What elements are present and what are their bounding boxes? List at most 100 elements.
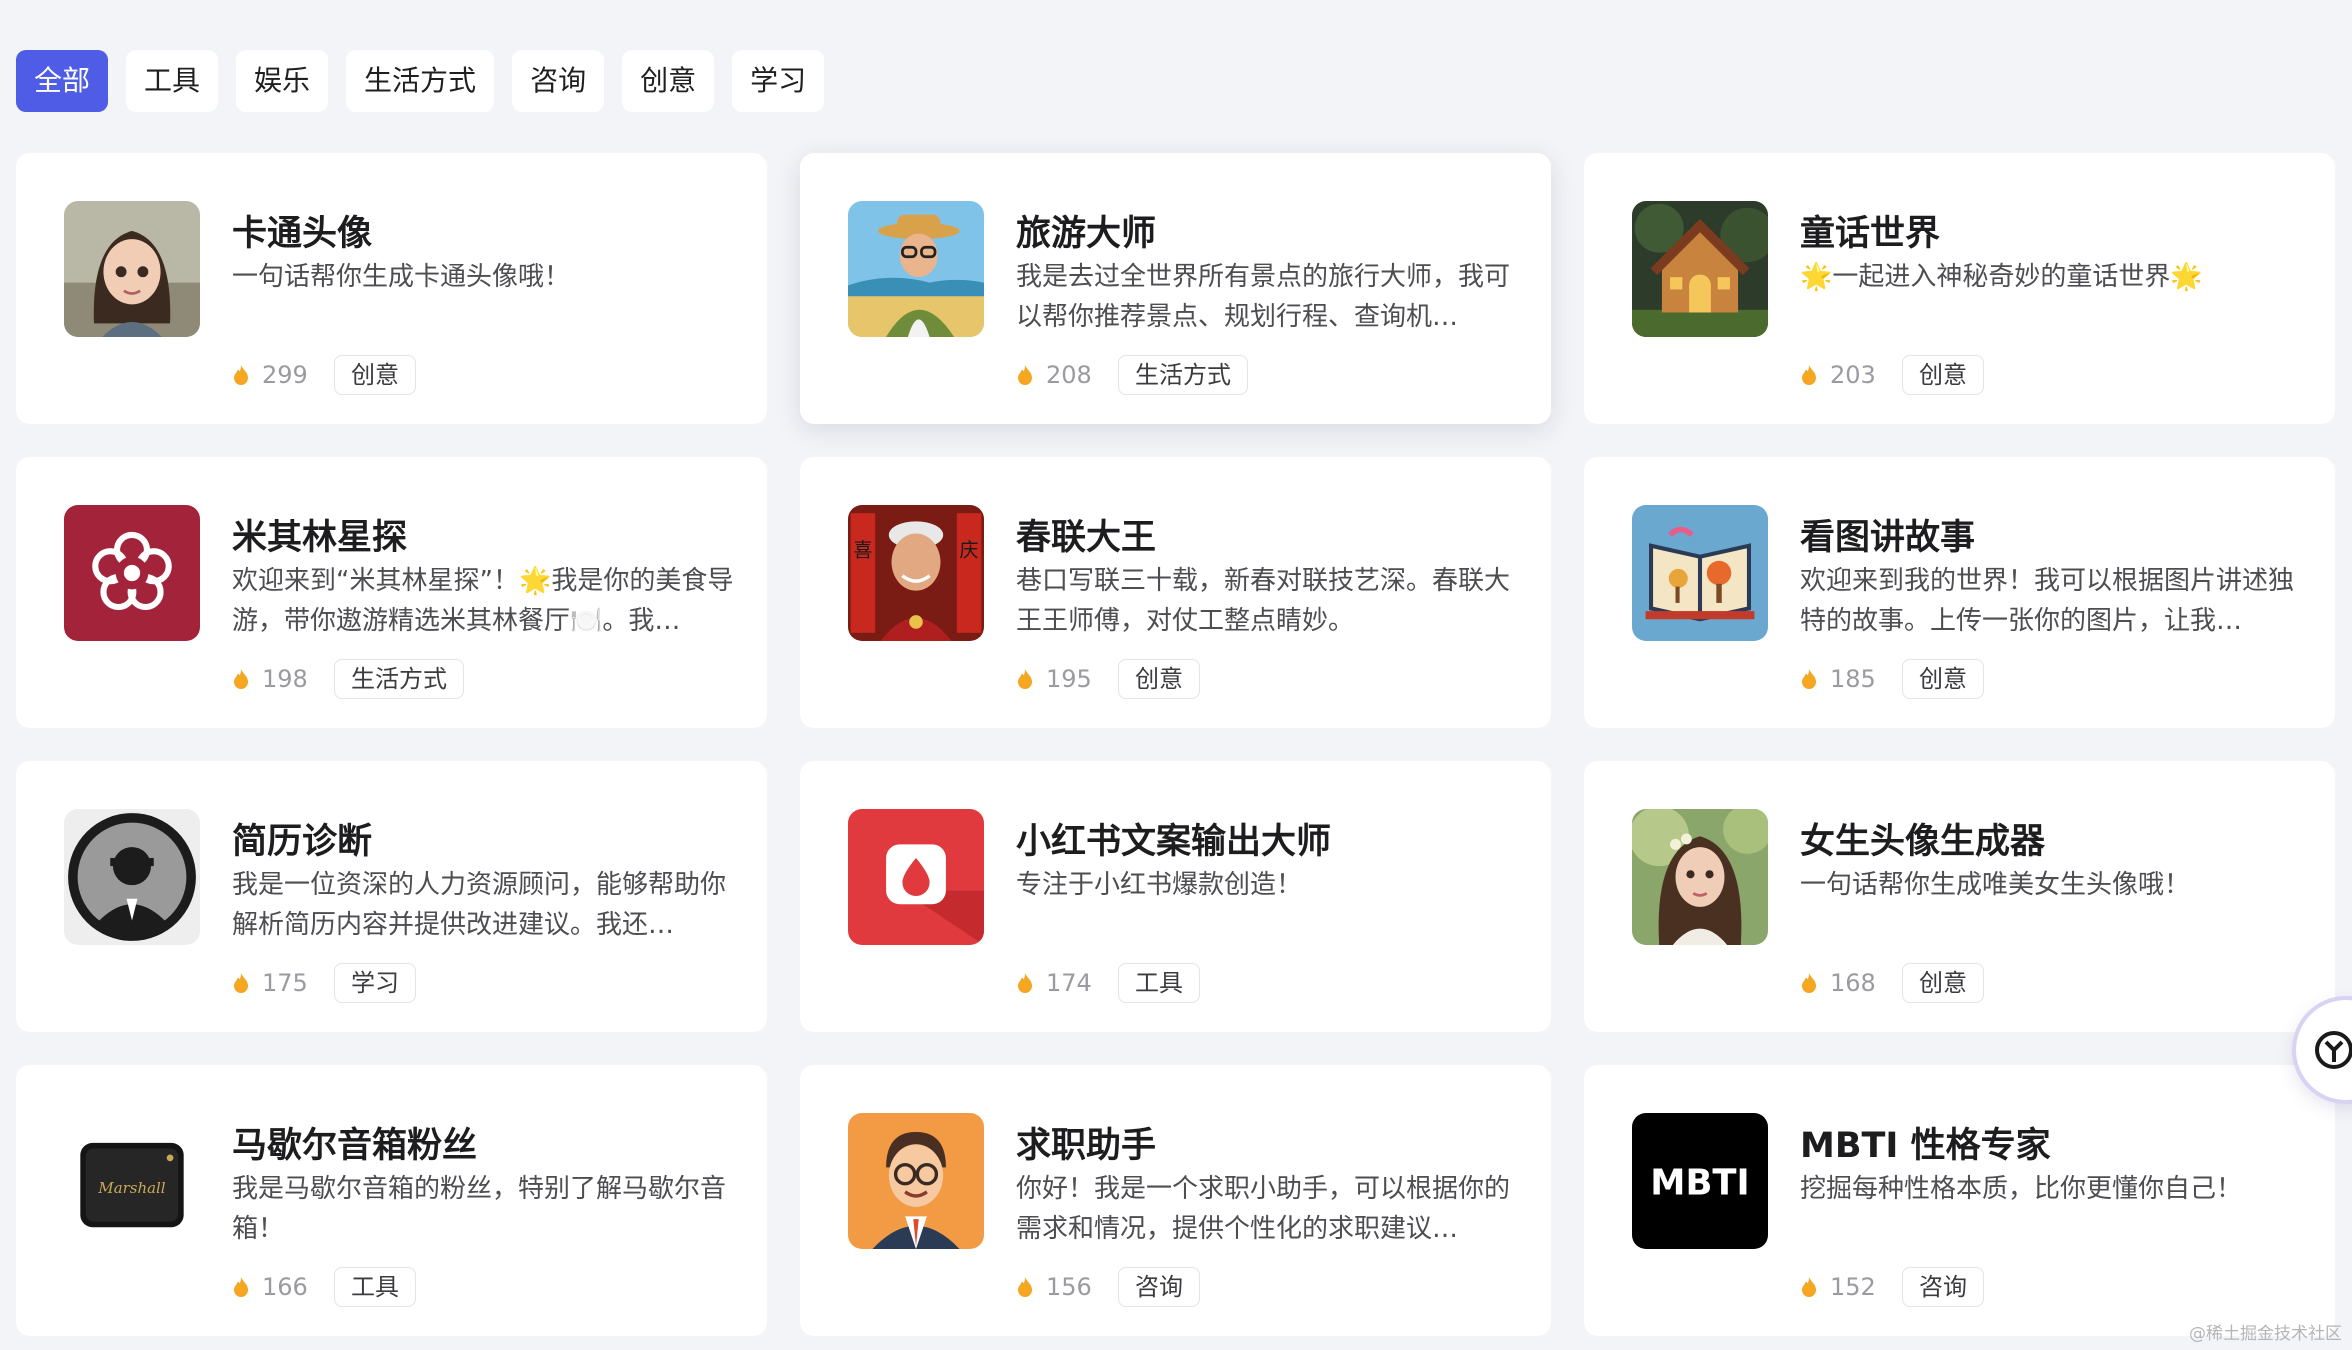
- old-man-couplet-avatar: 喜庆: [848, 505, 984, 641]
- bot-card-xiaohongshu-copywriter[interactable]: 小红书文案输出大师 专注于小红书爆款创造！ 174 工具: [800, 761, 1551, 1032]
- fire-icon: [234, 973, 248, 993]
- bot-card-grid: 卡通头像 一句话帮你生成卡通头像哦！ 299 创意 旅游大师 我是去过全世界所有…: [16, 153, 2335, 1336]
- card-title: 看图讲故事: [1800, 518, 1976, 558]
- job-seeker-avatar: [848, 1113, 984, 1249]
- girl-portrait-avatar: [1632, 809, 1768, 945]
- category-tag: 创意: [1902, 963, 1984, 1003]
- card-title: MBTI 性格专家: [1800, 1126, 2051, 1166]
- category-tag: 创意: [1902, 355, 1984, 395]
- card-description: 巷口写联三十载，新春对联技艺深。春联大王王师傅，对仗工整点睛妙。: [1016, 566, 1511, 636]
- businessman-silhouette-icon: [64, 809, 200, 945]
- fairy-house-avatar: [1632, 201, 1768, 337]
- card-title: 春联大王: [1016, 518, 1157, 558]
- fire-icon: [1802, 1277, 1816, 1297]
- bot-card-fairy-world[interactable]: 童话世界 🌟一起进入神秘奇妙的童话世界🌟 203 创意: [1584, 153, 2335, 424]
- tab-lifestyle[interactable]: 生活方式: [346, 50, 495, 112]
- bot-card-resume-diagnosis[interactable]: 简历诊断 我是一位资深的人力资源顾问，能够帮助你解析简历内容并提供改进建议。我还…: [16, 761, 767, 1032]
- card-meta: 195 创意: [1016, 659, 1200, 699]
- card-meta: 299 创意: [232, 355, 416, 395]
- bot-card-job-assistant[interactable]: 求职助手 你好！我是一个求职小助手，可以根据你的需求和情况，提供个性化的求职建议…: [800, 1065, 1551, 1336]
- card-description: 我是一位资深的人力资源顾问，能够帮助你解析简历内容并提供改进建议。我还…: [232, 870, 727, 940]
- bot-card-mbti-expert[interactable]: MBTI MBTI 性格专家 挖掘每种性格本质，比你更懂你自己！ 152 咨询: [1584, 1065, 2335, 1336]
- bot-card-girl-avatar-generator[interactable]: 女生头像生成器 一句话帮你生成唯美女生头像哦！ 168 创意: [1584, 761, 2335, 1032]
- card-meta: 152 咨询: [1800, 1267, 1984, 1307]
- usage-count: 185: [1830, 665, 1876, 693]
- card-title: 卡通头像: [232, 214, 373, 254]
- card-description: 欢迎来到我的世界！我可以根据图片讲述独特的故事。上传一张你的图片，让我…: [1800, 566, 2295, 636]
- card-meta: 174 工具: [1016, 963, 1200, 1003]
- card-description: 专注于小红书爆款创造！: [1016, 870, 1303, 900]
- category-tag: 创意: [1118, 659, 1200, 699]
- fire-icon: [1802, 365, 1816, 385]
- usage-count: 152: [1830, 1273, 1876, 1301]
- usage-count: 203: [1830, 361, 1876, 389]
- usage-count: 198: [262, 665, 308, 693]
- card-meta: 208 生活方式: [1016, 355, 1248, 395]
- tab-consulting[interactable]: 咨询: [512, 50, 605, 112]
- card-meta: 168 创意: [1800, 963, 1984, 1003]
- mbti-logo-icon: MBTI: [1632, 1113, 1768, 1249]
- bot-card-cartoon-avatar[interactable]: 卡通头像 一句话帮你生成卡通头像哦！ 299 创意: [16, 153, 767, 424]
- card-description: 一句话帮你生成唯美女生头像哦！: [1800, 870, 2191, 900]
- tab-all[interactable]: 全部: [16, 50, 109, 112]
- card-description: 你好！我是一个求职小助手，可以根据你的需求和情况，提供个性化的求职建议…: [1016, 1174, 1511, 1244]
- card-meta: 166 工具: [232, 1267, 416, 1307]
- fire-icon: [1018, 973, 1032, 993]
- category-tag: 咨询: [1118, 1267, 1200, 1307]
- tab-creative[interactable]: 创意: [622, 50, 715, 112]
- category-tag: 生活方式: [1118, 355, 1248, 395]
- fire-icon: [1802, 669, 1816, 689]
- card-description: 一句话帮你生成卡通头像哦！: [232, 262, 571, 292]
- card-meta: 198 生活方式: [232, 659, 464, 699]
- usage-count: 166: [262, 1273, 308, 1301]
- usage-count: 168: [1830, 969, 1876, 997]
- fire-icon: [234, 1277, 248, 1297]
- bot-card-picture-story[interactable]: 看图讲故事 欢迎来到我的世界！我可以根据图片讲述独特的故事。上传一张你的图片，让…: [1584, 457, 2335, 728]
- card-description: 🌟一起进入神秘奇妙的童话世界🌟: [1800, 262, 2203, 292]
- card-description: 挖掘每种性格本质，比你更懂你自己！: [1800, 1174, 2243, 1204]
- category-tag: 工具: [1118, 963, 1200, 1003]
- fire-icon: [1018, 365, 1032, 385]
- assistant-logo-icon: [2315, 1031, 2352, 1069]
- svg-text:庆: 庆: [960, 540, 979, 562]
- marshall-speaker-icon: Marshall: [64, 1113, 200, 1249]
- bot-card-travel-master[interactable]: 旅游大师 我是去过全世界所有景点的旅行大师，我可以帮你推荐景点、规划行程、查询机…: [800, 153, 1551, 424]
- card-title: 童话世界: [1800, 214, 1941, 254]
- category-tag: 学习: [334, 963, 416, 1003]
- traveler-avatar: [848, 201, 984, 337]
- card-meta: 185 创意: [1800, 659, 1984, 699]
- tab-learning[interactable]: 学习: [732, 50, 825, 112]
- usage-count: 174: [1046, 969, 1092, 997]
- tab-entertainment[interactable]: 娱乐: [236, 50, 329, 112]
- card-title: 米其林星探: [232, 518, 408, 558]
- fire-icon: [234, 365, 248, 385]
- bot-card-marshall-fan[interactable]: Marshall 马歇尔音箱粉丝 我是马歇尔音箱的粉丝，特别了解马歇尔音箱！ 1…: [16, 1065, 767, 1336]
- card-title: 小红书文案输出大师: [1016, 822, 1332, 862]
- usage-count: 175: [262, 969, 308, 997]
- card-title: 旅游大师: [1016, 214, 1157, 254]
- card-title: 简历诊断: [232, 822, 373, 862]
- bot-card-couplet-king[interactable]: 喜庆 春联大王 巷口写联三十载，新春对联技艺深。春联大王王师傅，对仗工整点睛妙。…: [800, 457, 1551, 728]
- card-title: 求职助手: [1016, 1126, 1157, 1166]
- category-tag: 创意: [1902, 659, 1984, 699]
- fire-icon: [234, 669, 248, 689]
- cartoon-girl-avatar: [64, 201, 200, 337]
- storybook-icon: [1632, 505, 1768, 641]
- category-tag: 工具: [334, 1267, 416, 1307]
- card-title: 女生头像生成器: [1800, 822, 2046, 862]
- watermark: @稀土掘金技术社区: [2189, 1324, 2342, 1344]
- tab-tools[interactable]: 工具: [126, 50, 219, 112]
- category-tag: 创意: [334, 355, 416, 395]
- usage-count: 156: [1046, 1273, 1092, 1301]
- bot-card-michelin-scout[interactable]: 米其林星探 欢迎来到“米其林星探”！🌟我是你的美食导游，带你遨游精选米其林餐厅🍽…: [16, 457, 767, 728]
- usage-count: 299: [262, 361, 308, 389]
- fire-icon: [1018, 1277, 1032, 1297]
- usage-count: 208: [1046, 361, 1092, 389]
- card-meta: 203 创意: [1800, 355, 1984, 395]
- svg-text:喜: 喜: [853, 540, 872, 562]
- card-description: 我是去过全世界所有景点的旅行大师，我可以帮你推荐景点、规划行程、查询机…: [1016, 262, 1511, 332]
- card-description: 我是马歇尔音箱的粉丝，特别了解马歇尔音箱！: [232, 1174, 727, 1244]
- category-tabs: 全部 工具 娱乐 生活方式 咨询 创意 学习: [16, 50, 825, 112]
- red-note-icon: [848, 809, 984, 945]
- fire-icon: [1018, 669, 1032, 689]
